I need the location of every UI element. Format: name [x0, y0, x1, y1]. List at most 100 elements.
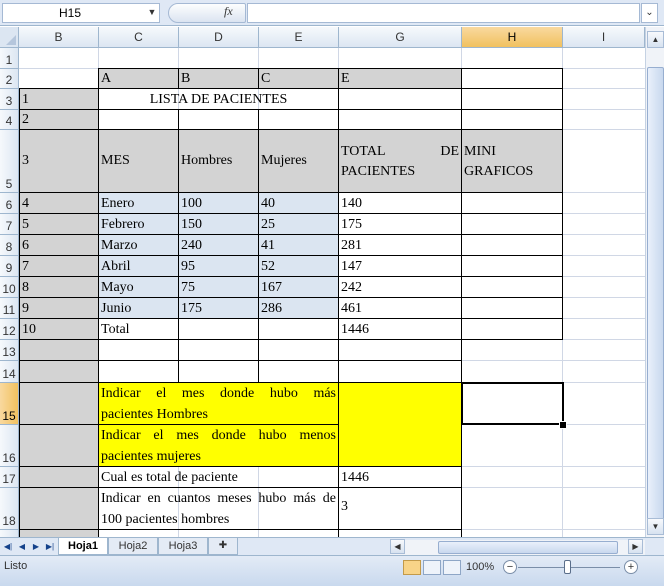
cell-letter-e[interactable]: E — [338, 68, 462, 89]
cell-d13[interactable] — [178, 339, 259, 361]
cell-rownum-6[interactable]: 6 — [19, 234, 99, 256]
cell-g13[interactable] — [338, 339, 462, 361]
cell-hombres[interactable]: 100 — [178, 192, 259, 214]
cell-d4[interactable] — [178, 109, 259, 130]
cell-h4[interactable] — [461, 109, 563, 130]
normal-view-icon[interactable] — [403, 560, 421, 575]
horizontal-scrollbar[interactable]: ◀ ▶ — [390, 539, 645, 555]
cell-mes[interactable]: Abril — [98, 255, 179, 277]
cell-g19[interactable] — [338, 529, 462, 537]
zoom-level[interactable]: 100% — [466, 561, 494, 573]
cell-mini[interactable] — [461, 213, 563, 235]
cell-hombres[interactable]: 175 — [178, 297, 259, 319]
cell-rownum-7[interactable]: 7 — [19, 255, 99, 277]
cell-mujeres[interactable]: 40 — [258, 192, 339, 214]
tab-hoja3[interactable]: Hoja3 — [158, 538, 208, 555]
column-header-b[interactable]: B — [19, 27, 99, 48]
cell-total[interactable]: 461 — [338, 297, 462, 319]
zoom-slider-thumb[interactable] — [564, 560, 571, 574]
page-layout-view-icon[interactable] — [423, 560, 441, 575]
scroll-down-icon[interactable]: ▼ — [647, 518, 664, 535]
header-total-pacientes[interactable]: TOTAL DE PACIENTES — [338, 129, 462, 193]
page-break-view-icon[interactable] — [443, 560, 461, 575]
answer-meses-mas-100[interactable]: 3 — [338, 487, 462, 530]
cell-rownum-3[interactable]: 3 — [19, 129, 99, 193]
scroll-left-icon[interactable]: ◀ — [390, 539, 405, 554]
cell-mujeres[interactable]: 25 — [258, 213, 339, 235]
column-header-d[interactable]: D — [179, 27, 259, 48]
insert-sheet-icon[interactable]: ✚ — [208, 538, 238, 555]
row-header-7[interactable]: 7 — [0, 214, 19, 235]
answer-total-pacientes[interactable]: 1446 — [338, 466, 462, 488]
chevron-down-icon[interactable]: ⌄ — [641, 3, 658, 23]
cell-total[interactable]: 147 — [338, 255, 462, 277]
cell-total[interactable]: 242 — [338, 276, 462, 298]
scroll-right-icon[interactable]: ▶ — [628, 539, 643, 554]
cell-b16[interactable] — [19, 424, 99, 467]
cell-letter-a[interactable]: A — [98, 68, 179, 89]
cell-total[interactable]: 175 — [338, 213, 462, 235]
row-header-19[interactable] — [0, 530, 19, 537]
row-header-17[interactable]: 17 — [0, 467, 19, 488]
active-cell-selection[interactable] — [461, 382, 564, 425]
row-header-3[interactable]: 3 — [0, 89, 19, 110]
cell-e14[interactable] — [258, 360, 339, 383]
formula-input[interactable] — [247, 3, 640, 23]
sheet-title[interactable]: LISTA DE PACIENTES — [98, 88, 339, 110]
column-header-g[interactable]: G — [339, 27, 462, 48]
cell-rownum-1[interactable]: 1 — [19, 88, 99, 110]
zoom-in-icon[interactable]: + — [624, 560, 638, 574]
cell-mujeres[interactable]: 41 — [258, 234, 339, 256]
row-header-4[interactable]: 4 — [0, 110, 19, 130]
cell-letter-b[interactable]: B — [178, 68, 259, 89]
cell-hombres[interactable]: 150 — [178, 213, 259, 235]
header-hombres[interactable]: Hombres — [178, 129, 259, 193]
cell-mujeres[interactable]: 167 — [258, 276, 339, 298]
cell-mini[interactable] — [461, 297, 563, 319]
cell-c13[interactable] — [98, 339, 179, 361]
row-header-14[interactable]: 14 — [0, 361, 19, 383]
row-header-16[interactable]: 16 — [0, 425, 19, 467]
tab-hoja1[interactable]: Hoja1 — [58, 538, 108, 555]
cell-g14[interactable] — [338, 360, 462, 383]
cell-b18[interactable] — [19, 487, 99, 530]
cell-b17[interactable] — [19, 466, 99, 488]
row-header-9[interactable]: 9 — [0, 256, 19, 277]
cell-mes[interactable]: Marzo — [98, 234, 179, 256]
question-total-pacientes[interactable]: Cual es total de paciente — [98, 466, 339, 488]
row-header-6[interactable]: 6 — [0, 193, 19, 214]
cell-h12[interactable] — [461, 318, 563, 340]
cell-mes[interactable]: Enero — [98, 192, 179, 214]
cell-mujeres[interactable]: 52 — [258, 255, 339, 277]
cell-rownum-2[interactable]: 2 — [19, 109, 99, 130]
row-header-13[interactable]: 13 — [0, 340, 19, 361]
header-mini-graficos[interactable]: MINI GRAFICOS — [461, 129, 563, 193]
next-sheet-icon[interactable]: ▶ — [30, 540, 42, 554]
row-header-1[interactable]: 1 — [0, 48, 19, 69]
cell-h3[interactable] — [461, 88, 563, 110]
horizontal-scroll-thumb[interactable] — [438, 541, 618, 554]
cell-letter-c[interactable]: C — [258, 68, 339, 89]
cell-rownum-8[interactable]: 8 — [19, 276, 99, 298]
cell-rownum-4[interactable]: 4 — [19, 192, 99, 214]
row-header-5[interactable]: 5 — [0, 130, 19, 193]
cell-mes[interactable]: Junio — [98, 297, 179, 319]
column-header-h[interactable]: H — [462, 27, 563, 48]
header-mujeres[interactable]: Mujeres — [258, 129, 339, 193]
tab-hoja2[interactable]: Hoja2 — [108, 538, 158, 555]
row-header-8[interactable]: 8 — [0, 235, 19, 256]
prev-sheet-icon[interactable]: ◀ — [16, 540, 28, 554]
cell-total[interactable]: 140 — [338, 192, 462, 214]
cell-total[interactable]: 281 — [338, 234, 462, 256]
cell-b13[interactable] — [19, 339, 99, 361]
cell-hombres[interactable]: 75 — [178, 276, 259, 298]
cell-hombres[interactable]: 95 — [178, 255, 259, 277]
row-header-18[interactable]: 18 — [0, 488, 19, 530]
name-box[interactable]: H15 — [2, 3, 160, 23]
cell-c19[interactable] — [98, 529, 339, 537]
cell-mini[interactable] — [461, 255, 563, 277]
grand-total[interactable]: 1446 — [338, 318, 462, 340]
column-header-i[interactable]: I — [563, 27, 645, 48]
cell-mes[interactable]: Mayo — [98, 276, 179, 298]
cell-mini[interactable] — [461, 276, 563, 298]
